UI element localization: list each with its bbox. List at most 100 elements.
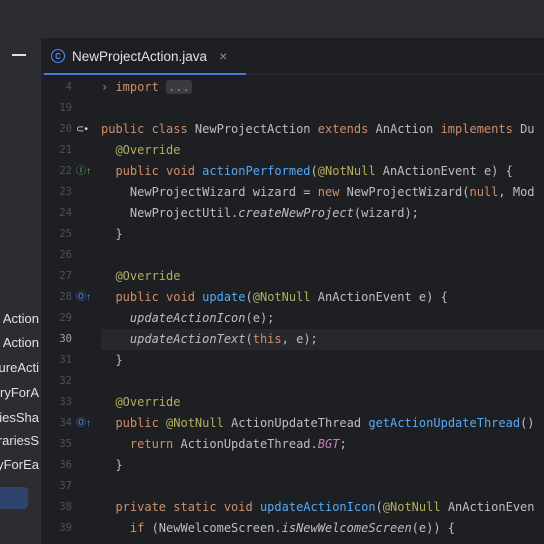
tree-item[interactable]: rariesSha: [0, 408, 39, 428]
code-line[interactable]: [101, 371, 544, 392]
code-line[interactable]: [101, 245, 544, 266]
line-number[interactable]: 23: [41, 182, 72, 203]
line-number[interactable]: 29: [41, 308, 72, 329]
line-number[interactable]: 22: [41, 161, 72, 182]
code-token: extends: [317, 122, 376, 136]
code-token: AnActionEven: [447, 500, 535, 514]
code-token: return: [101, 437, 181, 451]
tree-item[interactable]: Action: [0, 333, 39, 353]
code-line[interactable]: NewProjectUtil.createNewProject(wizard);: [101, 203, 544, 224]
code-token: public void: [101, 290, 203, 304]
line-number[interactable]: 19: [41, 98, 72, 119]
code-token: updateActionText: [101, 332, 246, 346]
line-number[interactable]: 36: [41, 455, 72, 476]
tree-item[interactable]: Action: [0, 309, 39, 329]
code-line[interactable]: if (NewWelcomeScreen.isNewWelcomeScreen(…: [101, 518, 544, 539]
code-line[interactable]: › import ...: [101, 77, 544, 98]
code-token: (e);: [245, 311, 275, 325]
line-number[interactable]: 26: [41, 245, 72, 266]
code-token: AnAction: [375, 122, 441, 136]
code-line[interactable]: updateActionText(this, e);: [101, 329, 544, 350]
editor-gutter[interactable]: 4 19 20 21 22 23 24 25 26 27 28 29 30 31 32 33 34 35 36 37 3…: [41, 74, 101, 544]
code-token: public class: [101, 122, 195, 136]
tree-item[interactable]: ureActi: [0, 358, 39, 378]
line-number[interactable]: 34: [41, 413, 72, 434]
code-token: new: [317, 185, 347, 199]
code-token: @NotNull: [317, 164, 383, 178]
code-token: AnActionEvent e) {: [382, 164, 513, 178]
line-number[interactable]: 20: [41, 119, 72, 140]
code-token: Du: [520, 122, 535, 136]
code-token: update: [202, 290, 246, 304]
code-line[interactable]: @Override: [101, 392, 544, 413]
code-token: if: [101, 521, 152, 535]
implements-icon[interactable]: ⊂•: [76, 119, 88, 140]
code-editor[interactable]: › import ... public class NewProjectActio…: [101, 74, 544, 544]
override-method-icon[interactable]: Ⓞ↑: [76, 287, 91, 308]
line-number[interactable]: 32: [41, 371, 72, 392]
code-token: @Override: [101, 269, 181, 283]
code-token: @NotNull: [252, 290, 318, 304]
code-token: getActionUpdateThread: [368, 416, 521, 430]
tab-label: NewProjectAction.java: [72, 48, 208, 64]
code-token: AnActionEvent e) {: [317, 290, 448, 304]
line-number[interactable]: 30: [41, 329, 72, 350]
line-number[interactable]: 33: [41, 392, 72, 413]
code-token: actionPerformed: [202, 164, 311, 178]
line-number[interactable]: 28: [41, 287, 72, 308]
tree-item[interactable]: rariesS: [0, 431, 39, 451]
code-line[interactable]: public void actionPerformed(@NotNull AnA…: [101, 161, 544, 182]
code-line[interactable]: }: [101, 224, 544, 245]
implements-method-icon[interactable]: Ⓘ↑: [76, 161, 91, 182]
code-token: , e);: [281, 332, 318, 346]
code-line[interactable]: public void update(@NotNull AnActionEven…: [101, 287, 544, 308]
line-number[interactable]: 27: [41, 266, 72, 287]
code-line[interactable]: [101, 476, 544, 497]
line-number[interactable]: 31: [41, 350, 72, 371]
code-line[interactable]: }: [101, 350, 544, 371]
code-line[interactable]: public class NewProjectAction extends An…: [101, 119, 544, 140]
code-token: NewProjectWizard wizard =: [101, 185, 318, 199]
code-token: public: [101, 416, 167, 430]
code-token: @NotNull: [166, 416, 232, 430]
folded-imports[interactable]: ...: [166, 80, 192, 94]
code-line[interactable]: [101, 98, 544, 119]
code-line[interactable]: @Override: [101, 266, 544, 287]
code-token: private static void: [101, 500, 260, 514]
override-method-icon[interactable]: Ⓞ↑: [76, 413, 91, 434]
code-line[interactable]: }: [101, 455, 544, 476]
tab-newprojectaction[interactable]: C NewProjectAction.java ×: [51, 38, 227, 74]
close-icon[interactable]: ×: [219, 48, 227, 64]
code-token: }: [101, 227, 123, 241]
code-token: @Override: [101, 143, 181, 157]
tree-item[interactable]: ryForEa: [0, 455, 39, 475]
code-token: updateActionIcon: [259, 500, 376, 514]
editor-tab-bar: C NewProjectAction.java ×: [41, 38, 544, 75]
tree-item[interactable]: oryForA: [0, 383, 39, 403]
code-line[interactable]: return ActionUpdateThread.BGT;: [101, 434, 544, 455]
line-number[interactable]: 35: [41, 434, 72, 455]
code-token: }: [101, 458, 123, 472]
code-token: createNewProject: [238, 206, 354, 220]
code-line[interactable]: updateActionIcon(e);: [101, 308, 544, 329]
code-line[interactable]: @Override: [101, 140, 544, 161]
code-line[interactable]: private static void updateActionIcon(@No…: [101, 497, 544, 518]
line-number[interactable]: 37: [41, 476, 72, 497]
line-number[interactable]: 24: [41, 203, 72, 224]
project-tool-window: Action Action ureActi oryForA rariesSha …: [0, 38, 42, 544]
line-number[interactable]: 38: [41, 497, 72, 518]
code-token: (: [245, 290, 253, 304]
line-number[interactable]: 25: [41, 224, 72, 245]
code-token: @NotNull: [382, 500, 448, 514]
code-token: (NewWelcomeScreen.: [151, 521, 282, 535]
code-token: ActionUpdateThread.: [180, 437, 318, 451]
code-token: NewProjectUtil.: [101, 206, 239, 220]
line-number[interactable]: 39: [41, 518, 72, 539]
line-number[interactable]: 4: [41, 77, 72, 98]
code-token: BGT: [317, 437, 340, 451]
line-number[interactable]: 21: [41, 140, 72, 161]
code-line[interactable]: public @NotNull ActionUpdateThread getAc…: [101, 413, 544, 434]
code-line[interactable]: NewProjectWizard wizard = new NewProject…: [101, 182, 544, 203]
minimize-icon[interactable]: [12, 54, 26, 56]
tree-selection-highlight: [0, 487, 28, 509]
